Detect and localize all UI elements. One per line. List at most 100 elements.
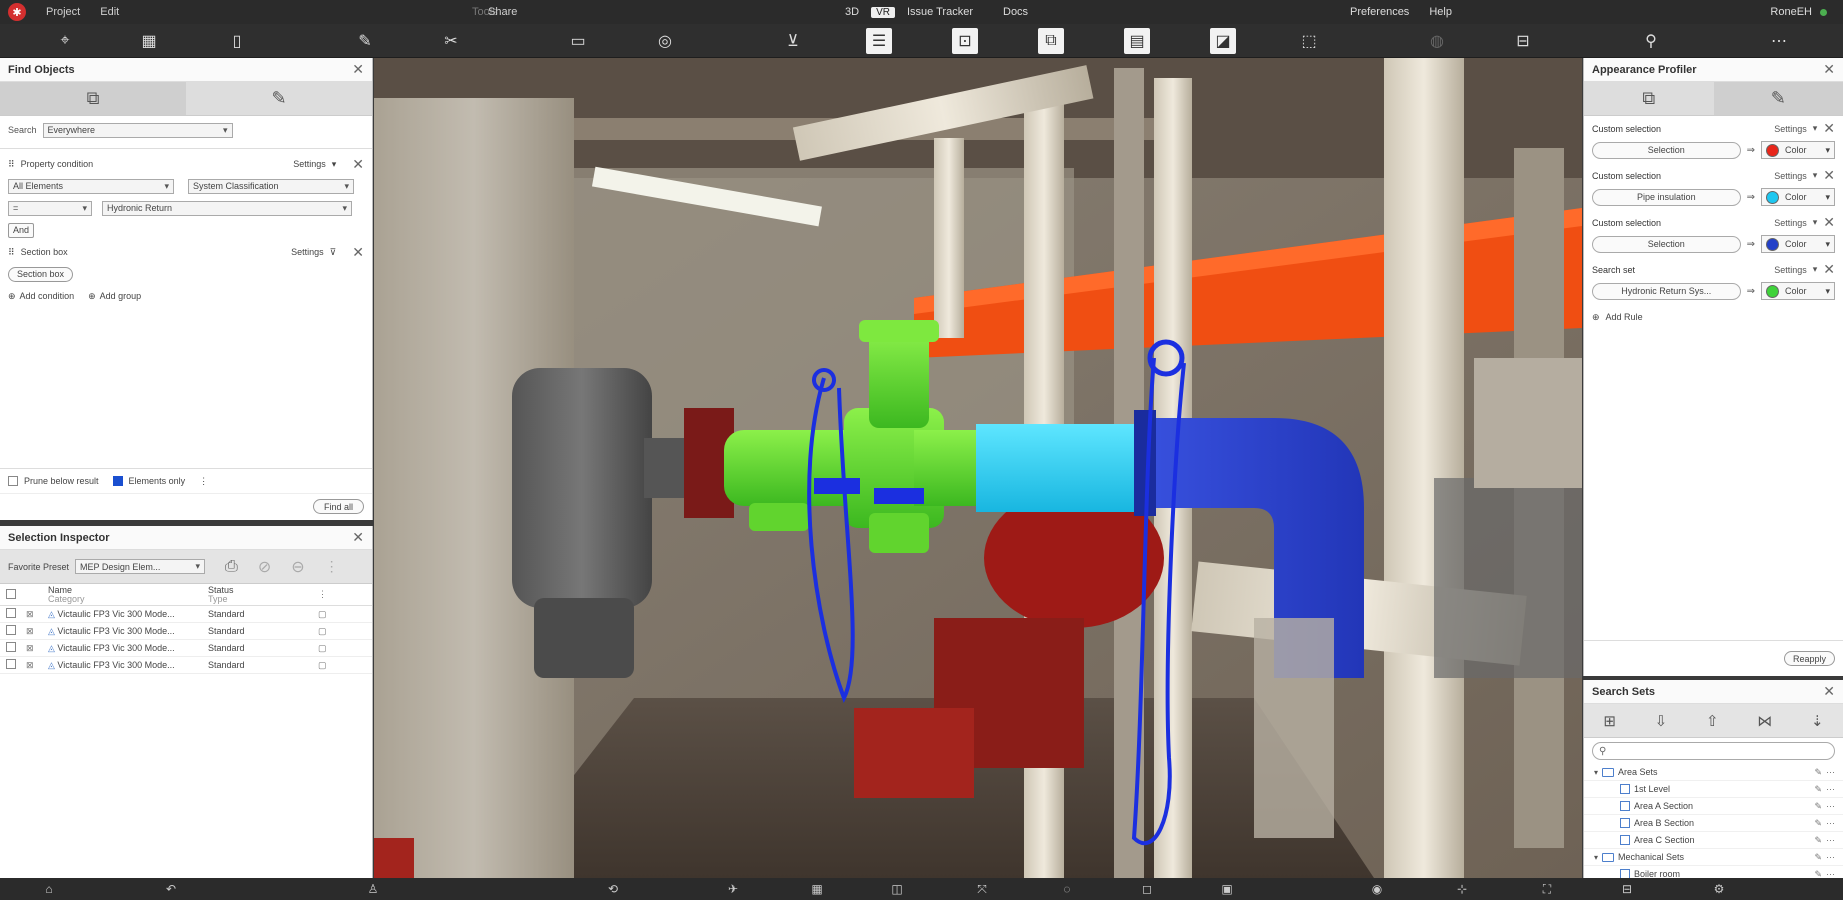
chevron-down-icon[interactable]: ▾ bbox=[1813, 123, 1818, 134]
elements-only-checkbox[interactable] bbox=[112, 476, 123, 486]
fit-icon[interactable]: ⤧ bbox=[975, 882, 989, 896]
hide-icon[interactable]: ◌ bbox=[1060, 882, 1074, 896]
col-type-header[interactable]: Type bbox=[208, 594, 228, 604]
row-details-icon[interactable]: ▢ bbox=[318, 626, 338, 637]
mode-3d[interactable]: 3D bbox=[845, 6, 859, 18]
tree-item[interactable]: 1st Level ✎ ⋯ bbox=[1584, 781, 1843, 798]
link-icon[interactable]: ⚲ bbox=[1638, 28, 1664, 54]
filter-icon[interactable]: ⊘ bbox=[258, 557, 271, 577]
close-icon[interactable]: ✕ bbox=[352, 529, 364, 546]
split-icon[interactable]: ⊟ bbox=[1620, 882, 1634, 896]
select-all-checkbox[interactable] bbox=[6, 588, 16, 599]
more-icon[interactable]: ⋯ bbox=[1826, 767, 1835, 778]
basket-icon[interactable]: ⊻ bbox=[780, 28, 806, 54]
drag-handle-icon[interactable]: ⠿ bbox=[8, 247, 15, 258]
rules-tab-icon[interactable]: ⧉ bbox=[1584, 82, 1714, 115]
select-icon[interactable]: ◫ bbox=[890, 882, 904, 896]
chevron-down-icon[interactable]: ▾ bbox=[1813, 217, 1818, 228]
funnel-icon[interactable]: ⊽ bbox=[330, 247, 337, 258]
3d-viewport[interactable] bbox=[374, 58, 1582, 878]
color-select[interactable]: Color ▾ bbox=[1761, 282, 1835, 300]
settings-icon[interactable]: ⚙ bbox=[1712, 882, 1726, 896]
remove-rule-icon[interactable]: ✕ bbox=[1823, 261, 1835, 278]
clip-icon[interactable]: ▣ bbox=[1220, 882, 1234, 896]
more-icon[interactable]: ⋮ bbox=[325, 558, 339, 575]
menu-preferences[interactable]: Preferences bbox=[1350, 6, 1409, 18]
and-button[interactable]: And bbox=[8, 222, 35, 238]
edit-icon[interactable]: ✎ bbox=[1814, 852, 1822, 863]
close-icon[interactable]: ✕ bbox=[1823, 61, 1835, 78]
edit-tab-icon[interactable]: ✎ bbox=[186, 82, 372, 115]
menu-project[interactable]: Project bbox=[46, 6, 80, 18]
row-details-icon[interactable]: ▢ bbox=[318, 660, 338, 671]
rule-selection-button[interactable]: Hydronic Return Sys... bbox=[1592, 282, 1741, 300]
find-all-button[interactable]: Find all bbox=[312, 499, 364, 514]
remove-condition-icon[interactable]: ✕ bbox=[352, 156, 364, 173]
cube-icon[interactable]: ⬚ bbox=[1296, 28, 1322, 54]
row-checkbox[interactable] bbox=[6, 608, 16, 618]
remove-rule-icon[interactable]: ✕ bbox=[1823, 214, 1835, 231]
tree-item[interactable]: Area A Section ✎ ⋯ bbox=[1584, 798, 1843, 815]
menu-issue-tracker[interactable]: Issue Tracker bbox=[907, 6, 973, 18]
row-checkbox[interactable] bbox=[6, 625, 16, 635]
value-select[interactable]: Hydronic Return bbox=[102, 200, 352, 216]
color-select[interactable]: Color ▾ bbox=[1761, 235, 1835, 253]
map-icon[interactable]: ▦ bbox=[136, 28, 162, 54]
preset-select[interactable]: MEP Design Elem... bbox=[75, 559, 206, 574]
table-row[interactable]: ⊠ ◬ Victaulic FP3 Vic 300 Mode... Standard… bbox=[0, 657, 372, 674]
sort-icon[interactable]: ⇣ bbox=[1811, 712, 1824, 730]
more-icon[interactable]: ⋯ bbox=[1826, 835, 1835, 846]
tree-item[interactable]: ▾ Area Sets ✎ ⋯ bbox=[1584, 764, 1843, 781]
edit-icon[interactable]: ✎ bbox=[1814, 801, 1822, 812]
search-sets-search-input[interactable]: ⚲ bbox=[1592, 742, 1835, 760]
expand-chevron-icon[interactable]: ▾ bbox=[1594, 768, 1598, 777]
more-icon[interactable]: ⋯ bbox=[1826, 818, 1835, 829]
remove-section-icon[interactable]: ✕ bbox=[352, 244, 364, 261]
search-scope-select[interactable]: Everywhere bbox=[42, 122, 233, 138]
settings-circle-icon[interactable]: ◎ bbox=[652, 28, 678, 54]
measure-icon[interactable]: ⊹ bbox=[1455, 882, 1469, 896]
chevron-down-icon[interactable]: ▾ bbox=[332, 159, 337, 170]
rule-settings[interactable]: Settings bbox=[1774, 265, 1807, 275]
add-group-button[interactable]: Add group bbox=[100, 291, 142, 301]
clear-icon[interactable]: ⊖ bbox=[291, 557, 304, 577]
remove-rule-icon[interactable]: ✕ bbox=[1823, 120, 1835, 137]
close-icon[interactable]: ✕ bbox=[352, 61, 364, 78]
prune-checkbox[interactable] bbox=[8, 476, 18, 486]
user-name[interactable]: RoneEH bbox=[1770, 6, 1812, 18]
menu-edit[interactable]: Edit bbox=[100, 6, 119, 18]
box-icon[interactable]: ⊟ bbox=[1510, 28, 1536, 54]
expand-chevron-icon[interactable]: ▾ bbox=[1594, 853, 1598, 862]
add-rule-button[interactable]: Add Rule bbox=[1606, 312, 1643, 322]
edit-icon[interactable]: ✎ bbox=[1814, 818, 1822, 829]
ruler-icon[interactable]: ✎ bbox=[352, 28, 378, 54]
section-box-button[interactable]: Section box bbox=[8, 266, 74, 282]
table-row[interactable]: ⊠ ◬ Victaulic FP3 Vic 300 Mode... Standard… bbox=[0, 640, 372, 657]
layers-icon[interactable]: ⧉ bbox=[1038, 28, 1064, 54]
rule-settings[interactable]: Settings bbox=[1774, 171, 1807, 181]
section-icon[interactable]: ◻ bbox=[1140, 882, 1154, 896]
camera-icon[interactable]: ◉ bbox=[1370, 882, 1384, 896]
find-tab-icon[interactable]: ⧉ bbox=[0, 82, 186, 115]
edit-icon[interactable]: ✎ bbox=[1814, 784, 1822, 795]
column-menu-icon[interactable]: ⋮ bbox=[318, 589, 338, 600]
rule-selection-button[interactable]: Pipe insulation bbox=[1592, 188, 1741, 206]
remove-rule-icon[interactable]: ✕ bbox=[1823, 167, 1835, 184]
menu-docs[interactable]: Docs bbox=[1003, 6, 1028, 18]
color-select[interactable]: Color ▾ bbox=[1761, 188, 1835, 206]
more-icon[interactable]: ⋯ bbox=[1826, 801, 1835, 812]
screen-icon[interactable]: ▭ bbox=[565, 28, 591, 54]
tree-item[interactable]: ▾ Mechanical Sets ✎ ⋯ bbox=[1584, 849, 1843, 866]
chevron-down-icon[interactable]: ▾ bbox=[1813, 264, 1818, 275]
row-checkbox[interactable] bbox=[6, 642, 16, 652]
add-condition-button[interactable]: Add condition bbox=[20, 291, 75, 301]
info-icon[interactable]: ⋮ bbox=[199, 476, 208, 487]
tree-item[interactable]: Area B Section ✎ ⋯ bbox=[1584, 815, 1843, 832]
col-category-header[interactable]: Category bbox=[48, 594, 85, 604]
row-checkbox[interactable] bbox=[6, 659, 16, 669]
location-icon[interactable]: ⌖ bbox=[52, 28, 78, 54]
mode-vr[interactable]: VR bbox=[871, 6, 895, 18]
more-icon[interactable]: ⋯ bbox=[1766, 28, 1792, 54]
rule-selection-button[interactable]: Selection bbox=[1592, 141, 1741, 159]
color-select[interactable]: Color ▾ bbox=[1761, 141, 1835, 159]
